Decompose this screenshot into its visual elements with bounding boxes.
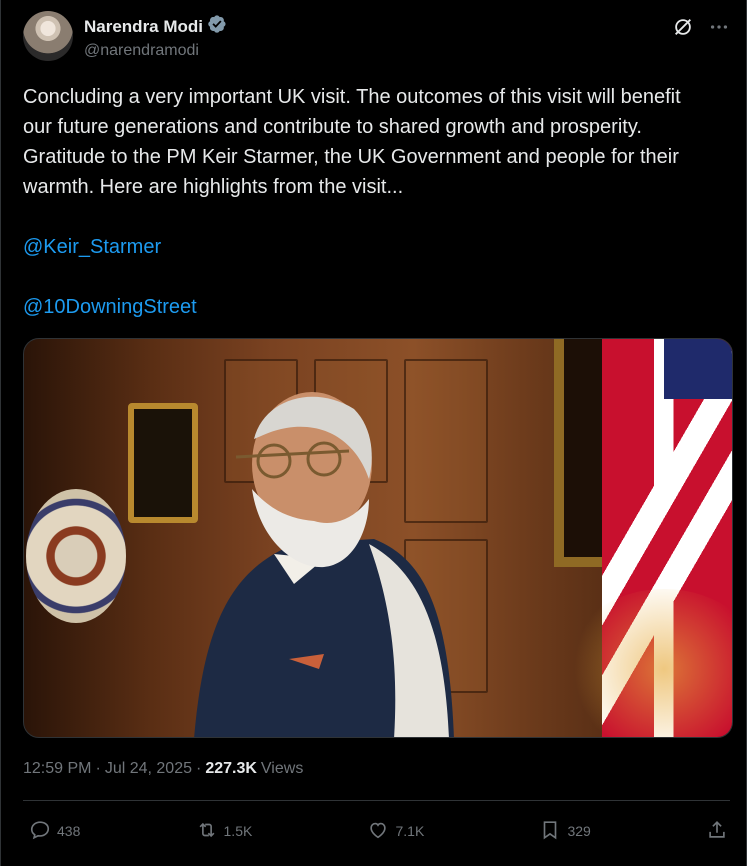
- post-date[interactable]: Jul 24, 2025: [105, 760, 192, 778]
- post-body: Concluding a very important UK visit. Th…: [23, 86, 687, 198]
- post-header: Narendra Modi @narendramodi: [23, 10, 730, 64]
- bookmark-icon: [539, 819, 561, 844]
- bookmark-button[interactable]: 329: [539, 819, 591, 844]
- views-label: Views: [260, 760, 304, 777]
- repost-icon: [196, 819, 218, 844]
- post-image[interactable]: [23, 338, 733, 738]
- meta-separator: ·: [95, 760, 101, 777]
- post-card: Narendra Modi @narendramodi Concluding a…: [0, 0, 747, 866]
- bookmark-count: 329: [567, 823, 591, 839]
- meta-separator: ·: [196, 760, 202, 777]
- share-icon: [706, 819, 728, 844]
- person-figure: [194, 392, 454, 737]
- header-actions: [672, 16, 730, 43]
- decorative-plate: [26, 489, 126, 623]
- like-button[interactable]: 7.1K: [367, 819, 424, 844]
- union-flag-blue: [664, 339, 732, 399]
- repost-button[interactable]: 1.5K: [196, 819, 253, 844]
- post-time[interactable]: 12:59 PM: [23, 760, 91, 778]
- author-handle[interactable]: @narendramodi: [84, 42, 227, 60]
- grok-icon[interactable]: [672, 16, 694, 43]
- reply-count: 438: [57, 823, 81, 839]
- post-meta: 12:59 PM · Jul 24, 2025 · 227.3K Views: [23, 760, 730, 778]
- reply-icon: [29, 819, 51, 844]
- mention-10-downing-street[interactable]: @10DowningStreet: [23, 292, 730, 322]
- mention-keir-starmer[interactable]: @Keir_Starmer: [23, 232, 730, 262]
- share-button[interactable]: [706, 819, 728, 844]
- action-bar: 438 1.5K 7.1K 329: [23, 801, 730, 861]
- reply-button[interactable]: 438: [29, 819, 80, 844]
- like-icon: [367, 819, 389, 844]
- light-glow: [564, 589, 732, 737]
- post-text: Concluding a very important UK visit. Th…: [23, 82, 713, 202]
- more-icon[interactable]: [708, 16, 730, 43]
- author-display-name[interactable]: Narendra Modi: [84, 17, 203, 37]
- verified-badge-icon[interactable]: [207, 14, 227, 39]
- repost-count: 1.5K: [223, 823, 253, 839]
- avatar[interactable]: [23, 11, 73, 61]
- name-row: Narendra Modi: [84, 14, 227, 39]
- views-count: 227.3K: [205, 760, 257, 777]
- like-count: 7.1K: [395, 823, 425, 839]
- author-names: Narendra Modi @narendramodi: [84, 14, 227, 60]
